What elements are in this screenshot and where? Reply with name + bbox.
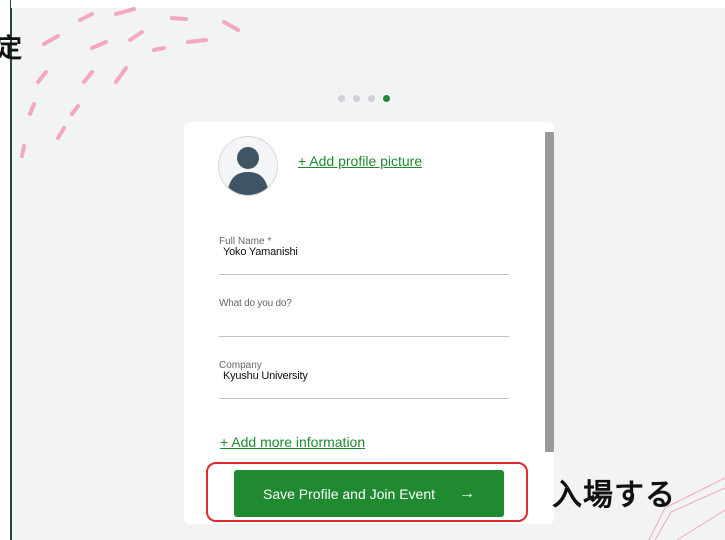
person-silhouette-icon [227, 147, 269, 195]
step-dot [368, 95, 375, 102]
step-dot [353, 95, 360, 102]
add-profile-picture-link[interactable]: + Add profile picture [298, 153, 422, 169]
full-name-field: Full Name * [219, 236, 509, 275]
scrollbar[interactable] [545, 132, 554, 452]
step-indicator [338, 95, 390, 102]
enter-annotation-label: 入場する [552, 478, 676, 513]
company-field: Company [219, 360, 509, 399]
company-input[interactable] [223, 370, 493, 382]
full-name-input[interactable] [223, 246, 493, 258]
occupation-field [219, 298, 509, 337]
occupation-input[interactable] [219, 298, 489, 309]
avatar[interactable] [218, 136, 278, 196]
left-border-line [10, 0, 12, 540]
add-more-information-link[interactable]: + Add more information [220, 434, 365, 450]
highlight-box [206, 462, 528, 522]
step-dot [338, 95, 345, 102]
step-dot-active [383, 95, 390, 102]
